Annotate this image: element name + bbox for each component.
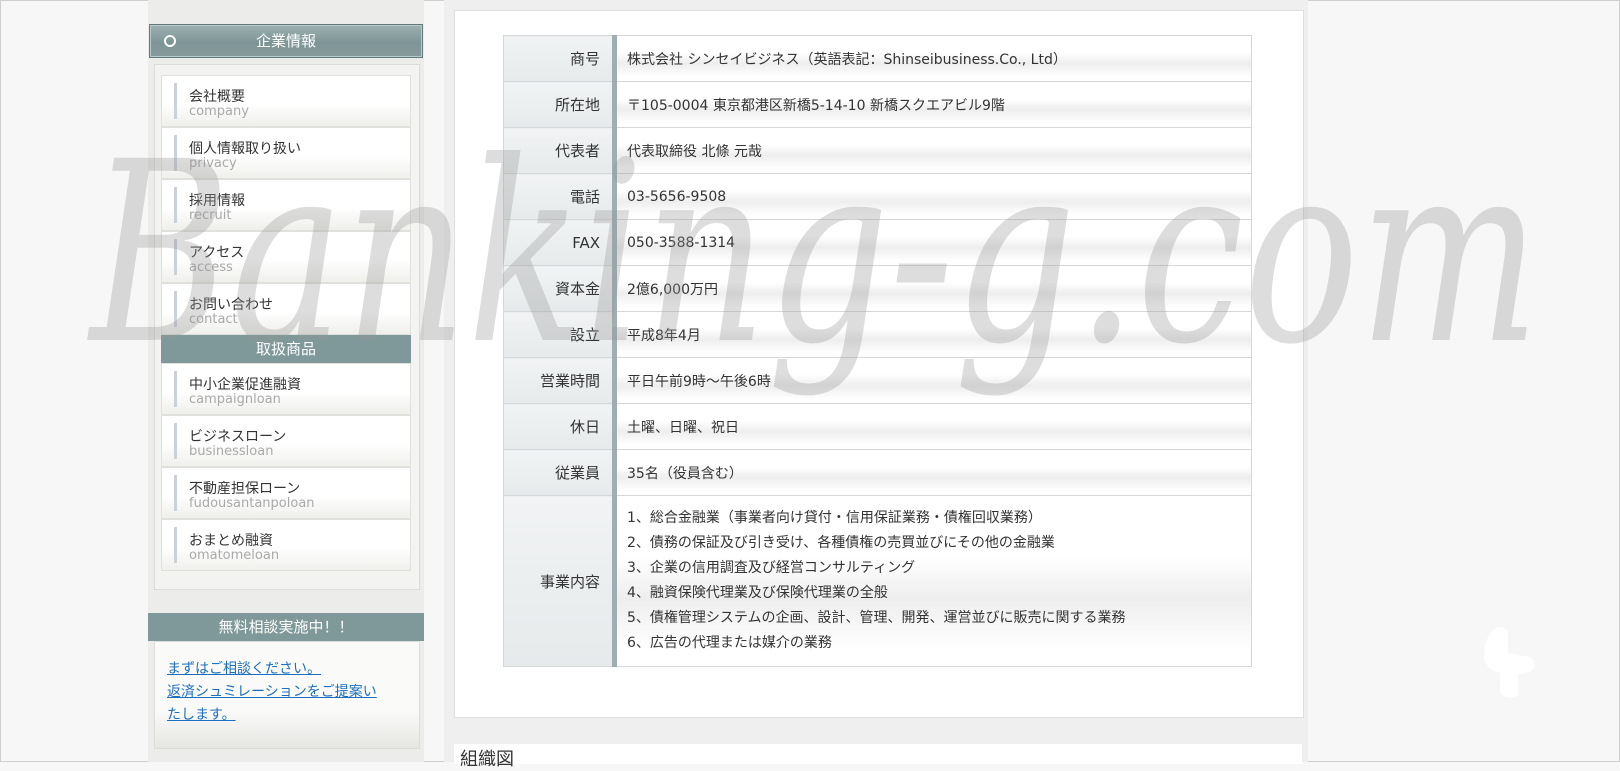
business-item: 2、債務の保証及び引き受け、各種債権の売買並びにその他の金融業: [627, 535, 1055, 551]
sidebar-item-businessloan[interactable]: ビジネスローン businessloan: [161, 415, 411, 467]
free-consultation-heading: 無料相談実施中！！: [148, 613, 424, 641]
business-item: 3、企業の信用調査及び経営コンサルティング: [627, 560, 916, 576]
row-label: 営業時間: [503, 357, 617, 404]
table-row: 従業員 35名（役員含む）: [503, 449, 1252, 496]
table-row: 営業時間 平日午前9時～午後6時: [503, 357, 1252, 404]
row-value: 〒105-0004 東京都港区新橋5-14-10 新橋スクエアビル9階: [614, 81, 1252, 128]
consult-link-line-3[interactable]: たします。: [167, 704, 236, 724]
table-row: 代表者 代表取締役 北條 元哉: [503, 127, 1252, 174]
business-item: 1、総合金融業（事業者向け貸付・信用保証業務・債権回収業務）: [627, 510, 1042, 526]
sidebar-item-sublabel: privacy: [189, 156, 237, 171]
sidebar-item-omatomeloan[interactable]: おまとめ融資 omatomeloan: [161, 519, 411, 571]
row-value: 2億6,000万円: [614, 265, 1252, 312]
sidebar-item-privacy[interactable]: 個人情報取り扱い privacy: [161, 127, 411, 179]
sidebar-item-company[interactable]: 会社概要 company: [161, 75, 411, 127]
sidebar-item-sublabel: businessloan: [189, 444, 274, 459]
table-row: 設立 平成8年4月: [503, 311, 1252, 358]
row-label: FAX: [503, 219, 617, 266]
sidebar: 企業情報 会社概要 company 個人情報取り扱い privacy 採用情報 …: [148, 0, 424, 762]
sidebar-item-label: ビジネスローン: [189, 429, 287, 445]
sidebar-item-recruit[interactable]: 採用情報 recruit: [161, 179, 411, 231]
org-chart-section: [454, 744, 1302, 764]
item-marker: [174, 423, 177, 459]
row-value: 株式会社 シンセイビジネス（英語表記：Shinseibusiness.Co., …: [614, 35, 1252, 82]
item-marker: [174, 135, 177, 171]
sidebar-item-fudousantanpoloan[interactable]: 不動産担保ローン fudousantanpoloan: [161, 467, 411, 519]
item-marker: [174, 187, 177, 223]
sidebar-item-contact[interactable]: お問い合わせ contact: [161, 283, 411, 335]
sidebar-item-sublabel: omatomeloan: [189, 548, 280, 563]
business-item: 5、債権管理システムの企画、設計、管理、開発、運営並びに販売に関する業務: [627, 610, 1126, 626]
sidebar-item-label: 中小企業促進融資: [189, 377, 301, 393]
row-label: 休日: [503, 403, 617, 450]
table-row-business: 事業内容 1、総合金融業（事業者向け貸付・信用保証業務・債権回収業務） 2、債務…: [503, 495, 1252, 667]
sidebar-item-campaignloan[interactable]: 中小企業促進融資 campaignloan: [161, 363, 411, 415]
sidebar-item-label: 不動産担保ローン: [189, 481, 301, 497]
sidebar-item-label: 会社概要: [189, 89, 245, 105]
sidebar-item-sublabel: campaignloan: [189, 392, 281, 407]
company-info-heading-label: 企業情報: [255, 32, 316, 50]
row-value: 050-3588-1314: [614, 219, 1252, 266]
row-label: 従業員: [503, 449, 617, 496]
sidebar-item-sublabel: access: [189, 260, 233, 275]
row-value: 35名（役員含む）: [614, 449, 1252, 496]
row-label: 所在地: [503, 81, 617, 128]
sidebar-menu-list: 会社概要 company 個人情報取り扱い privacy 採用情報 recru…: [161, 75, 411, 571]
row-label: 設立: [503, 311, 617, 358]
sidebar-item-label: アクセス: [189, 245, 245, 261]
decorative-figure-icon: [1484, 627, 1535, 698]
item-marker: [174, 239, 177, 275]
row-value: 平成8年4月: [614, 311, 1252, 358]
sidebar-item-sublabel: recruit: [189, 208, 232, 223]
products-heading: 取扱商品: [161, 335, 411, 363]
business-item: 4、融資保険代理業及び保険代理業の全般: [627, 585, 888, 601]
sidebar-item-label: お問い合わせ: [189, 297, 273, 313]
row-value: 03-5656-9508: [614, 173, 1252, 220]
business-item: 6、広告の代理または媒介の業務: [627, 635, 832, 651]
free-consultation-box: まずはご相談ください。 返済シュミレーションをご提案い たします。: [154, 641, 420, 749]
sidebar-item-label: 採用情報: [189, 193, 245, 209]
row-label: 代表者: [503, 127, 617, 174]
item-marker: [174, 527, 177, 563]
sidebar-item-label: 個人情報取り扱い: [189, 141, 301, 157]
table-row: 電話 03-5656-9508: [503, 173, 1252, 220]
row-value: 土曜、日曜、祝日: [614, 403, 1252, 450]
table-row: 商号 株式会社 シンセイビジネス（英語表記：Shinseibusiness.Co…: [503, 35, 1252, 82]
circle-icon: [164, 35, 176, 47]
row-label: 資本金: [503, 265, 617, 312]
table-row: FAX 050-3588-1314: [503, 219, 1252, 266]
company-info-heading: 企業情報: [149, 24, 423, 58]
sidebar-menu: 会社概要 company 個人情報取り扱い privacy 採用情報 recru…: [154, 64, 420, 590]
sidebar-item-sublabel: company: [189, 104, 249, 119]
row-label: 商号: [503, 35, 617, 82]
table-row: 所在地 〒105-0004 東京都港区新橋5-14-10 新橋スクエアビル9階: [503, 81, 1252, 128]
item-marker: [174, 371, 177, 407]
sidebar-item-label: おまとめ融資: [189, 533, 273, 549]
consult-link-line-2[interactable]: 返済シュミレーションをご提案い: [167, 681, 377, 701]
org-chart-heading: 組織図: [460, 749, 514, 770]
item-marker: [174, 83, 177, 119]
row-label: 電話: [503, 173, 617, 220]
table-row: 休日 土曜、日曜、祝日: [503, 403, 1252, 450]
sidebar-item-access[interactable]: アクセス access: [161, 231, 411, 283]
item-marker: [174, 291, 177, 327]
row-value: 平日午前9時～午後6時: [614, 357, 1252, 404]
business-list: 1、総合金融業（事業者向け貸付・信用保証業務・債権回収業務） 2、債務の保証及び…: [627, 506, 1251, 656]
sidebar-item-sublabel: contact: [189, 312, 238, 327]
row-value: 代表取締役 北條 元哉: [614, 127, 1252, 174]
row-label: 事業内容: [503, 495, 617, 667]
consult-link-line-1[interactable]: まずはご相談ください。: [167, 658, 321, 678]
sidebar-item-sublabel: fudousantanpoloan: [189, 496, 315, 511]
table-row: 資本金 2億6,000万円: [503, 265, 1252, 312]
company-info-table: 商号 株式会社 シンセイビジネス（英語表記：Shinseibusiness.Co…: [503, 35, 1252, 667]
business-description: 1、総合金融業（事業者向け貸付・信用保証業務・債権回収業務） 2、債務の保証及び…: [614, 495, 1252, 667]
item-marker: [174, 475, 177, 511]
